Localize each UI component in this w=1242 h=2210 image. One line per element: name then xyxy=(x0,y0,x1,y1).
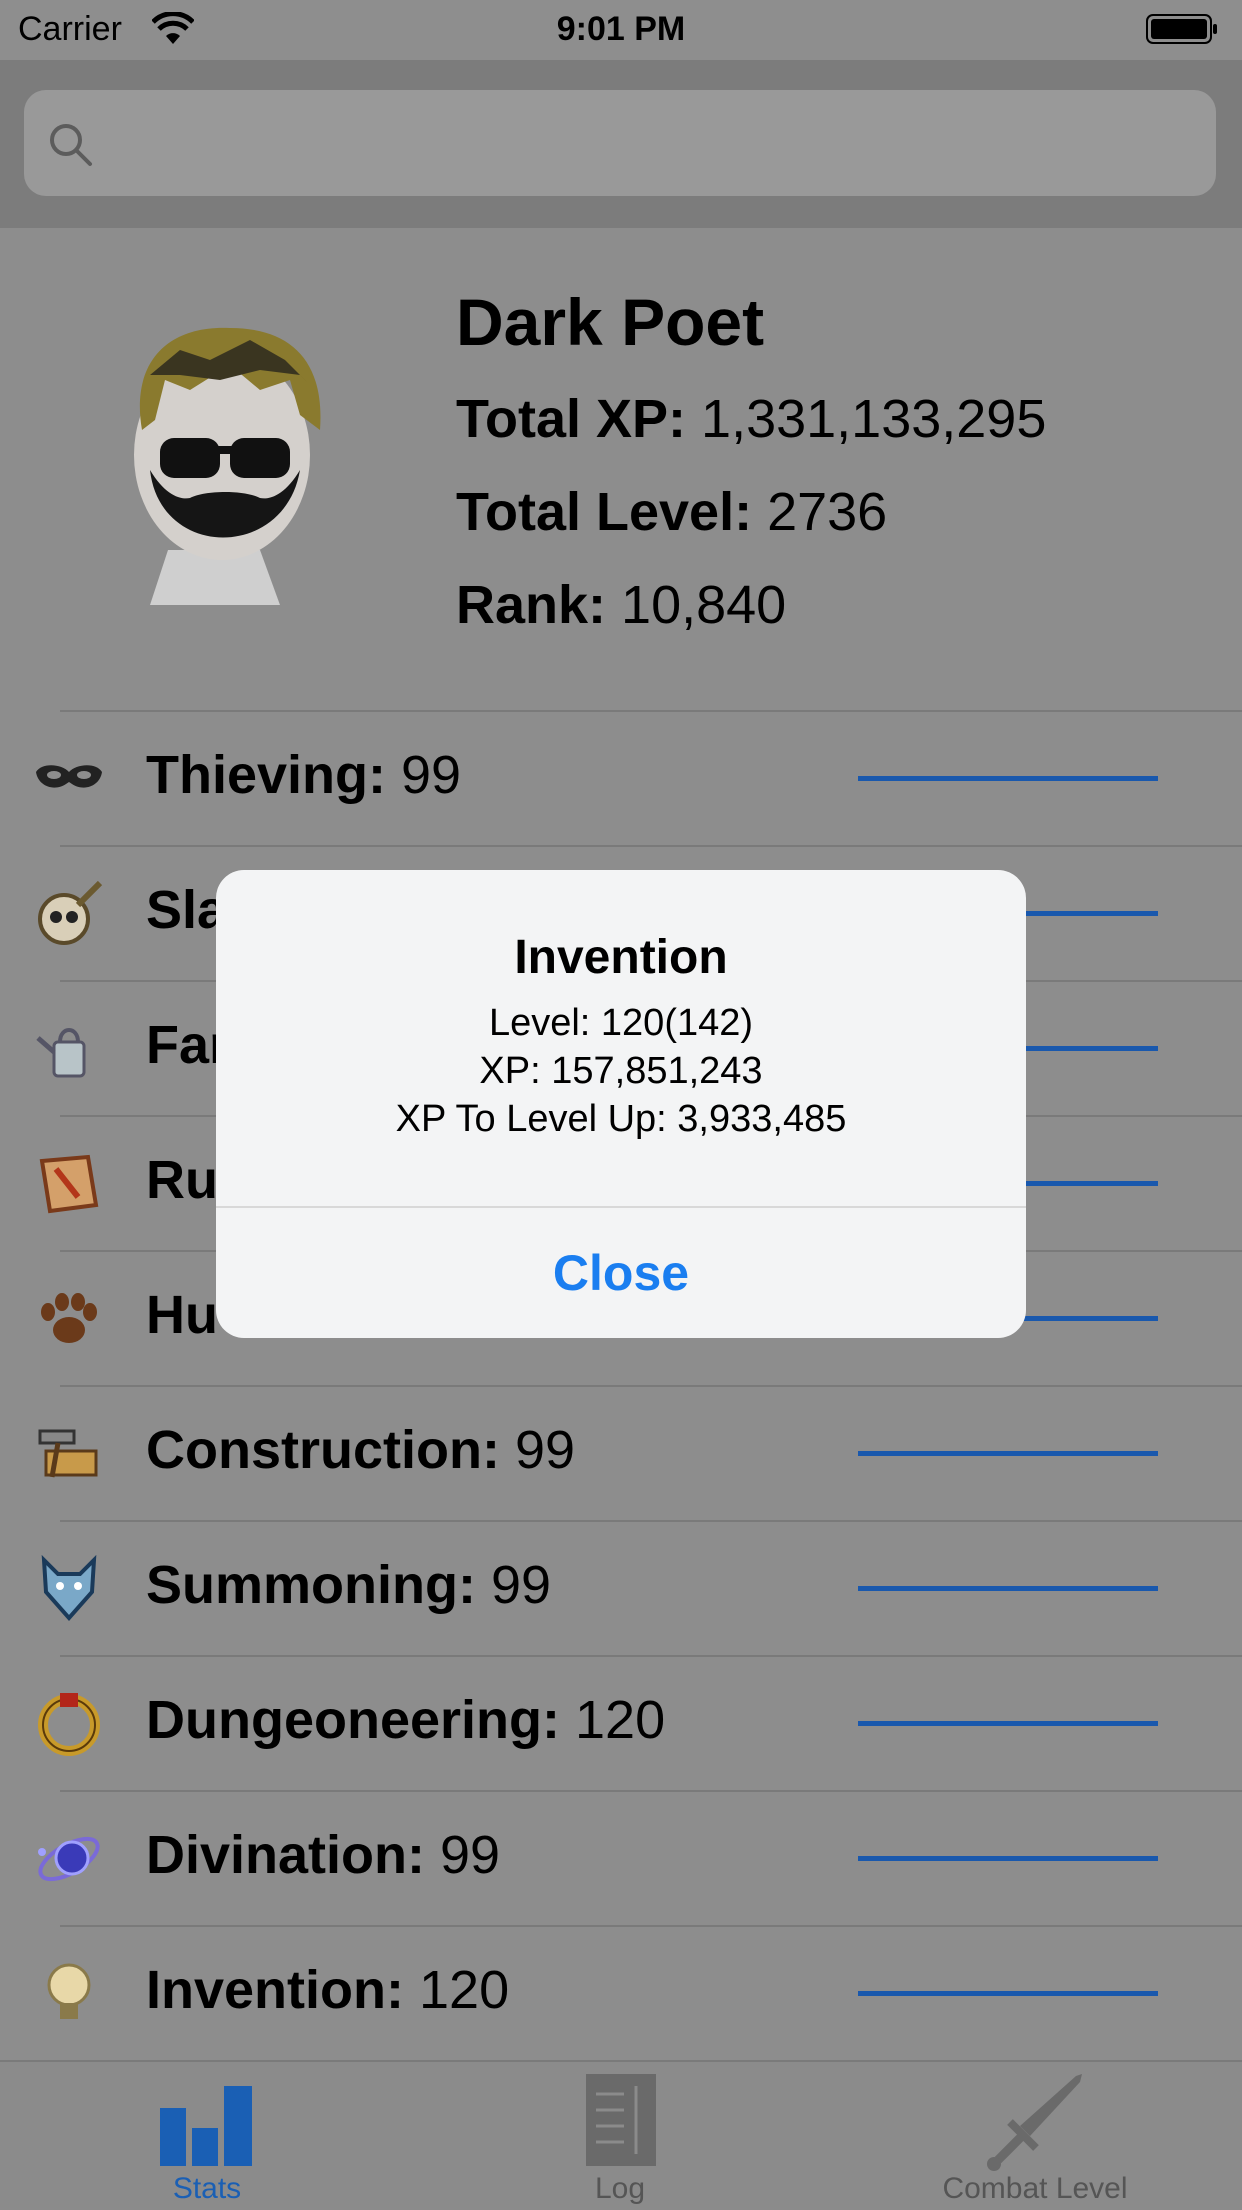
total-xp-value: 1,331,133,295 xyxy=(701,389,1047,449)
status-bar: Carrier 9:01 PM xyxy=(0,0,1242,60)
row-divider xyxy=(60,1655,1242,1657)
skill-progress-bar xyxy=(858,1451,1158,1456)
alert-xp-to-level-line: XP To Level Up: 3,933,485 xyxy=(395,1098,847,1140)
search-bar-container xyxy=(0,60,1242,228)
search-box[interactable] xyxy=(24,90,1216,198)
total-level: Total Level: 2736 xyxy=(456,481,887,543)
avatar xyxy=(134,327,321,605)
search-icon xyxy=(50,124,92,166)
lightbulb-icon xyxy=(47,1963,91,2019)
skill-label: Invention: 120 xyxy=(146,1960,510,2020)
row-divider xyxy=(60,1520,1242,1522)
rune-icon xyxy=(39,1154,99,1214)
skill-row-divination[interactable]: Divination: 99 xyxy=(0,1790,1242,1925)
wolf-icon xyxy=(41,1554,97,1622)
bar-chart-icon xyxy=(160,2086,252,2166)
hammer-saw-icon xyxy=(38,1429,98,1478)
skill-label: Dungeoneering: 120 xyxy=(146,1690,666,1750)
total-xp-label: Total XP: xyxy=(456,389,687,449)
mask-icon xyxy=(36,765,102,788)
battery-icon xyxy=(1146,14,1217,44)
skill-label: Hu xyxy=(146,1285,218,1345)
total-level-label: Total Level: xyxy=(456,482,753,542)
skill-row-invention[interactable]: Invention: 120 xyxy=(0,1925,1242,2060)
skull-icon xyxy=(38,880,103,945)
row-divider xyxy=(60,710,1242,712)
ring-icon xyxy=(38,1693,100,1756)
skill-detail-alert: Invention Level: 120(142) XP: 157,851,24… xyxy=(216,870,1026,1338)
skill-progress-bar xyxy=(858,1586,1158,1591)
paw-icon xyxy=(41,1293,97,1343)
skill-label: Ru xyxy=(146,1150,218,1210)
alert-level-line: Level: 120(142) xyxy=(488,1002,754,1044)
tab-log[interactable]: Log xyxy=(520,2062,720,2210)
watering-can-icon xyxy=(36,1028,86,1078)
rank-label: Rank: xyxy=(456,575,607,635)
total-xp: Total XP: 1,331,133,295 xyxy=(456,388,1046,450)
skill-progress-bar xyxy=(858,1991,1158,1996)
rank-value: 10,840 xyxy=(621,575,787,635)
rank: Rank: 10,840 xyxy=(456,574,786,636)
tab-combat-level[interactable]: Combat Level xyxy=(900,2062,1170,2210)
row-divider xyxy=(60,1925,1242,1927)
player-name: Dark Poet xyxy=(456,285,765,359)
profile-header: Dark Poet Total XP: 1,331,133,295 Total … xyxy=(0,228,1242,668)
tab-bar: Stats Log Combat Level xyxy=(0,2060,1242,2210)
alert-xp-line: XP: 157,851,243 xyxy=(479,1050,763,1092)
skill-label: Sla xyxy=(146,880,228,940)
skill-progress-bar xyxy=(858,776,1158,781)
row-divider xyxy=(60,1385,1242,1387)
search-input[interactable] xyxy=(112,90,1196,198)
clock: 9:01 PM xyxy=(556,10,686,48)
skill-progress-bar xyxy=(858,1856,1158,1861)
sword-icon xyxy=(987,2074,1082,2171)
skill-row-thieving[interactable]: Thieving: 99 xyxy=(0,710,1242,845)
row-divider xyxy=(60,845,1242,847)
skill-label: Thieving: 99 xyxy=(146,745,462,805)
tab-label: Combat Level xyxy=(942,2172,1128,2205)
orb-icon xyxy=(38,1836,100,1882)
tab-label: Stats xyxy=(172,2172,242,2205)
skill-label: Summoning: 99 xyxy=(146,1555,552,1615)
log-icon xyxy=(586,2074,656,2166)
skill-row-summoning[interactable]: Summoning: 99 xyxy=(0,1520,1242,1655)
close-button[interactable]: Close xyxy=(216,1208,1026,1338)
alert-title: Invention xyxy=(514,931,728,984)
total-level-value: 2736 xyxy=(767,482,888,542)
skill-row-construction[interactable]: Construction: 99 xyxy=(0,1385,1242,1520)
row-divider xyxy=(60,1790,1242,1792)
skill-label: Construction: 99 xyxy=(146,1420,576,1480)
tab-label: Log xyxy=(594,2172,646,2205)
skill-progress-bar xyxy=(858,1721,1158,1726)
skill-row-dungeoneering[interactable]: Dungeoneering: 120 xyxy=(0,1655,1242,1790)
skill-label: Divination: 99 xyxy=(146,1825,501,1885)
tab-stats[interactable]: Stats xyxy=(100,2062,314,2210)
